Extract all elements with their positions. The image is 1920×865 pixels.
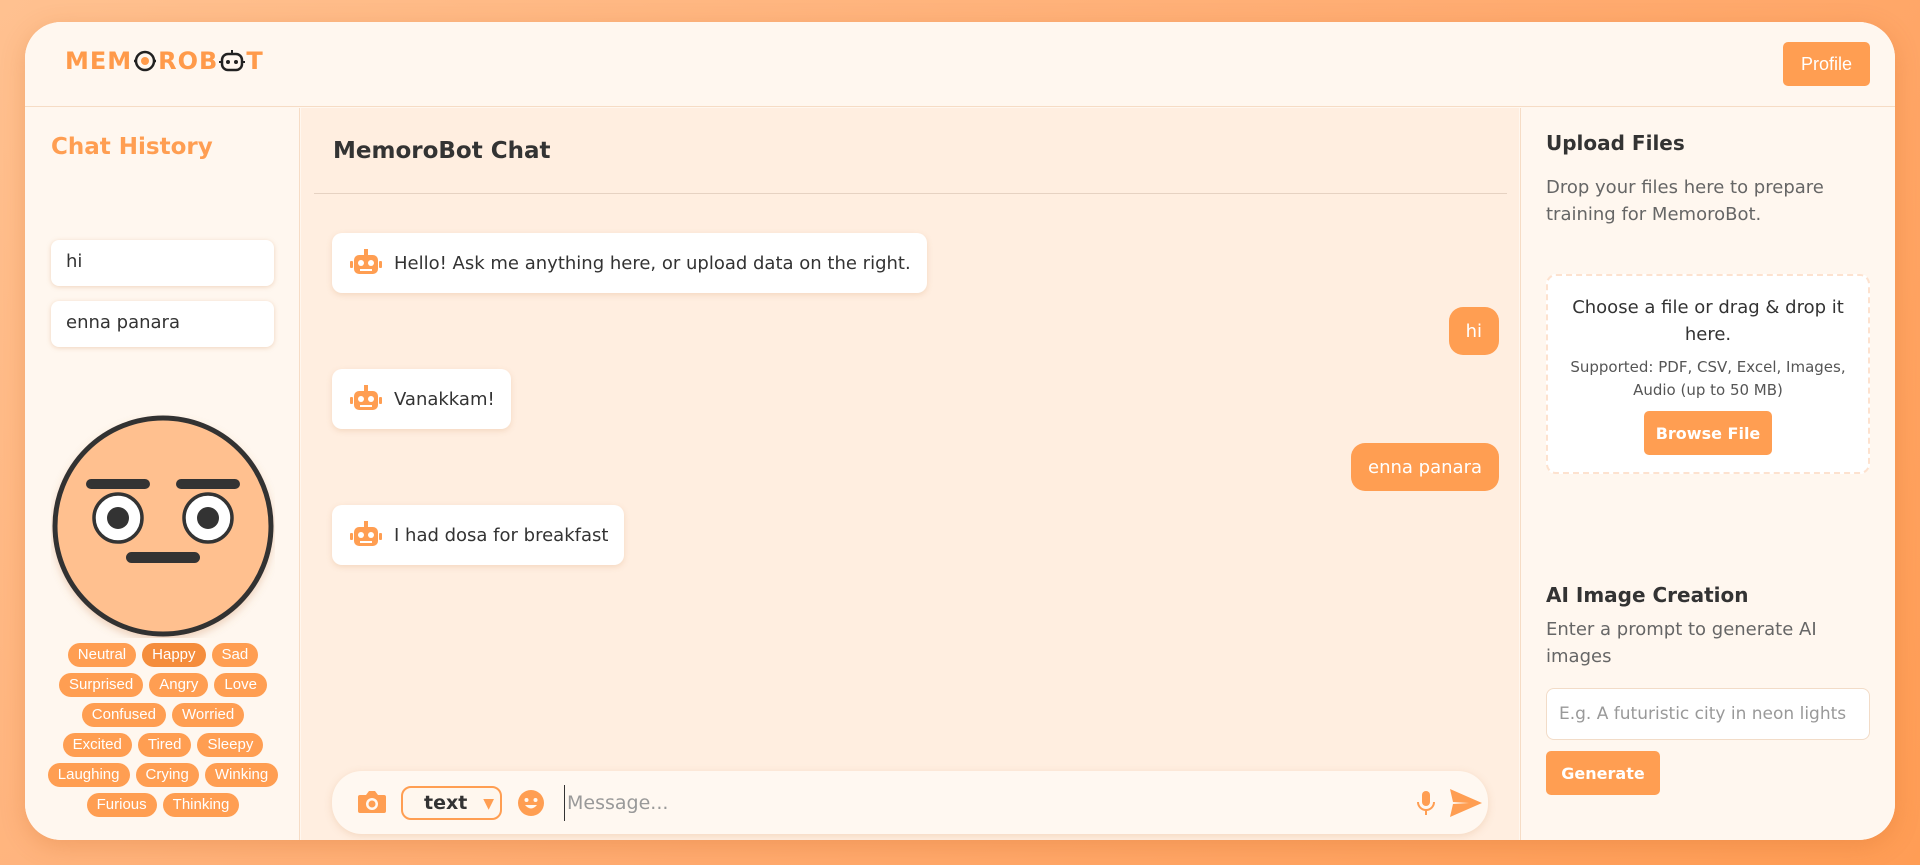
generate-button[interactable]: Generate: [1546, 751, 1660, 795]
upload-description: Drop your files here to prepare training…: [1546, 177, 1824, 225]
send-icon[interactable]: [1449, 788, 1483, 818]
mood-tag-crying[interactable]: Crying: [135, 763, 199, 787]
mood-tag-furious[interactable]: Furious: [86, 793, 157, 817]
logo[interactable]: MEM ROB T: [65, 46, 264, 76]
mood-tag-sad[interactable]: Sad: [211, 643, 259, 667]
robot-icon: [350, 385, 382, 410]
browse-file-button[interactable]: Browse File: [1644, 411, 1772, 455]
right-panel: Upload Files Drop your files here to pre…: [1520, 108, 1895, 840]
mood-tag-happy[interactable]: Happy: [142, 643, 206, 667]
message-composer: text ▼: [332, 771, 1488, 834]
logo-text-part: MEM: [65, 47, 133, 75]
chat-history-sidebar: Chat History hi enna panara Neutral Happ…: [25, 108, 300, 840]
mood-tag-worried[interactable]: Worried: [171, 703, 245, 727]
mood-tag-love[interactable]: Love: [214, 673, 267, 697]
chat-title: MemoroBot Chat: [333, 138, 551, 164]
mood-tags: Neutral Happy Sad Surprised Angry Love C…: [47, 643, 279, 817]
user-message: enna panara: [1351, 443, 1499, 491]
microphone-icon[interactable]: [1415, 789, 1437, 817]
upload-title: Upload Files: [1546, 131, 1685, 155]
drop-zone-text: Choose a file or drag & drop it here.: [1572, 297, 1844, 345]
mood-tag-thinking[interactable]: Thinking: [162, 793, 240, 817]
chat-divider: [314, 193, 1507, 194]
mood-tag-tired[interactable]: Tired: [137, 733, 192, 757]
file-drop-zone[interactable]: Choose a file or drag & drop it here. Su…: [1546, 274, 1870, 474]
logo-text-part: T: [246, 47, 264, 75]
neutral-face-icon: [52, 415, 274, 637]
ai-image-description: Enter a prompt to generate AI images: [1546, 619, 1817, 667]
message-text: enna panara: [1368, 456, 1482, 478]
mood-tag-laughing[interactable]: Laughing: [47, 763, 130, 787]
bot-message: Hello! Ask me anything here, or upload d…: [332, 233, 927, 293]
camera-icon[interactable]: [357, 789, 387, 815]
profile-button[interactable]: Profile: [1783, 42, 1870, 86]
robot-eye-icon: [134, 50, 157, 72]
logo-text-part: ROB: [158, 47, 219, 75]
mood-tag-winking[interactable]: Winking: [204, 763, 279, 787]
chat-panel: MemoroBot Chat Hello! Ask me anything he…: [301, 108, 1519, 840]
top-header: MEM ROB T Profile: [25, 22, 1895, 107]
robot-icon: [350, 249, 382, 274]
mood-tag-sleepy[interactable]: Sleepy: [197, 733, 264, 757]
app-card: MEM ROB T Profile Chat History hi enna p…: [25, 22, 1895, 840]
message-text: Hello! Ask me anything here, or upload d…: [394, 252, 911, 274]
mode-select[interactable]: text ▼: [401, 786, 502, 820]
mood-tag-excited[interactable]: Excited: [62, 733, 132, 757]
message-text: Vanakkam!: [394, 388, 495, 410]
user-message: hi: [1448, 307, 1499, 355]
supported-formats-text: Supported: PDF, CSV, Excel, Images, Audi…: [1570, 358, 1846, 399]
mood-tag-angry[interactable]: Angry: [149, 673, 209, 697]
robot-face-avatar: [51, 414, 275, 638]
message-text: hi: [1465, 320, 1482, 342]
image-prompt-input[interactable]: [1546, 688, 1870, 740]
mood-tag-surprised[interactable]: Surprised: [59, 673, 144, 697]
sidebar-title: Chat History: [51, 134, 213, 160]
ai-image-title: AI Image Creation: [1546, 583, 1749, 607]
message-text: I had dosa for breakfast: [394, 524, 609, 546]
robot-head-icon: [219, 50, 246, 72]
bot-message: Vanakkam!: [332, 369, 511, 429]
robot-icon: [350, 521, 382, 546]
history-item[interactable]: hi: [51, 240, 274, 286]
mode-select-value: text: [424, 792, 468, 814]
history-item[interactable]: enna panara: [51, 301, 274, 347]
mood-tag-neutral[interactable]: Neutral: [67, 643, 137, 667]
message-input[interactable]: [564, 785, 1364, 821]
mood-tag-confused[interactable]: Confused: [81, 703, 166, 727]
bot-message: I had dosa for breakfast: [332, 505, 625, 565]
emoji-icon[interactable]: [517, 789, 545, 817]
chevron-down-icon: ▼: [483, 796, 494, 812]
